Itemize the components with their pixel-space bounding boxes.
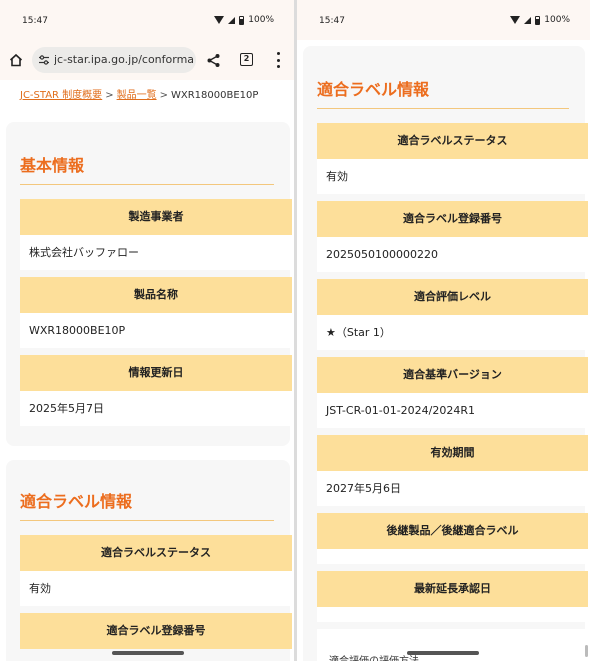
field-label-status: 適合ラベルステータス 有効 bbox=[20, 535, 292, 606]
right-screen: 15:47 100% 適合ラベル情報 適合ラベルステータス 有効 適合ラベル登録… bbox=[297, 0, 590, 661]
divider bbox=[20, 184, 274, 185]
site-settings-icon[interactable] bbox=[38, 54, 50, 66]
label-info-card: 適合ラベル情報 適合ラベルステータス 有効 適合ラベル登録番号 20250501… bbox=[303, 46, 588, 661]
field-value: 2025年5月7日 bbox=[20, 391, 292, 426]
field-label: 適合評価レベル bbox=[317, 279, 588, 315]
section-title: 適合ラベル情報 bbox=[20, 492, 133, 511]
section-title: 基本情報 bbox=[20, 156, 85, 175]
field-registration-number: 適合ラベル登録番号 2025050100000220 bbox=[317, 201, 588, 272]
signal-icon bbox=[524, 16, 532, 24]
field-product-name: 製品名称 WXR18000BE10P bbox=[20, 277, 292, 348]
field-registration-number: 適合ラベル登録番号 bbox=[20, 613, 292, 649]
divider bbox=[20, 520, 274, 521]
address-bar[interactable]: jc-star.ipa.go.jp/conformance bbox=[32, 47, 196, 73]
section-title: 適合ラベル情報 bbox=[317, 80, 430, 99]
status-bar: 15:47 100% bbox=[297, 0, 590, 40]
status-time: 15:47 bbox=[319, 16, 345, 26]
field-label: 適合ラベルステータス bbox=[20, 535, 292, 571]
scrollbar[interactable] bbox=[585, 645, 588, 657]
field-label: 適合ラベル登録番号 bbox=[317, 201, 588, 237]
field-value: JST-CR-01-01-2024/2024R1 bbox=[317, 393, 588, 428]
breadcrumb-link-overview[interactable]: JC-STAR 制度概要 bbox=[20, 90, 102, 101]
field-label: 適合ラベル登録番号 bbox=[20, 613, 292, 649]
field-label: 製造事業者 bbox=[20, 199, 292, 235]
field-updated-date: 情報更新日 2025年5月7日 bbox=[20, 355, 292, 426]
field-label: 最新延長承認日 bbox=[317, 571, 588, 607]
field-value: 有効 bbox=[317, 159, 588, 194]
share-icon[interactable] bbox=[206, 53, 221, 68]
basic-info-card: 基本情報 製造事業者 株式会社バッファロー 製品名称 WXR18000BE10P… bbox=[6, 122, 292, 446]
breadcrumb-link-product-list[interactable]: 製品一覧 bbox=[117, 90, 157, 101]
field-label: 情報更新日 bbox=[20, 355, 292, 391]
field-evaluation-level: 適合評価レベル ★（Star 1） bbox=[317, 279, 588, 350]
left-screen: 15:47 100% jc-star.ipa.go.jp/conformance bbox=[0, 0, 294, 661]
field-label: 製品名称 bbox=[20, 277, 292, 313]
field-value bbox=[317, 607, 588, 622]
field-standard-version: 適合基準バージョン JST-CR-01-01-2024/2024R1 bbox=[317, 357, 588, 428]
cut-off-label: 適合評価の評価方法 bbox=[329, 652, 419, 661]
field-label: 適合ラベルステータス bbox=[317, 123, 588, 159]
field-label-status: 適合ラベルステータス 有効 bbox=[317, 123, 588, 194]
field-label: 後継製品／後継適合ラベル bbox=[317, 513, 588, 549]
field-value: 有効 bbox=[20, 571, 292, 606]
signal-icon bbox=[228, 16, 236, 24]
field-value: WXR18000BE10P bbox=[20, 313, 292, 348]
breadcrumb: JC-STAR 制度概要 > 製品一覧 > WXR18000BE10P bbox=[20, 90, 259, 101]
breadcrumb-current: WXR18000BE10P bbox=[170, 90, 259, 101]
field-validity-period: 有効期間 2027年5月6日 bbox=[317, 435, 588, 506]
field-value: 株式会社バッファロー bbox=[20, 235, 292, 270]
field-label: 有効期間 bbox=[317, 435, 588, 471]
battery-icon bbox=[239, 15, 245, 25]
field-manufacturer: 製造事業者 株式会社バッファロー bbox=[20, 199, 292, 270]
wifi-icon bbox=[214, 16, 225, 24]
browser-toolbar: jc-star.ipa.go.jp/conformance 2 bbox=[0, 40, 294, 80]
home-icon[interactable] bbox=[9, 53, 23, 67]
battery-level: 100% bbox=[248, 15, 274, 25]
tab-switcher-button[interactable]: 2 bbox=[240, 53, 253, 66]
status-time: 15:47 bbox=[22, 16, 48, 26]
url-text[interactable]: jc-star.ipa.go.jp/conformance bbox=[54, 53, 194, 66]
label-info-card: 適合ラベル情報 適合ラベルステータス 有効 適合ラベル登録番号 bbox=[6, 460, 292, 661]
divider bbox=[317, 108, 569, 109]
field-value: 2027年5月6日 bbox=[317, 471, 588, 506]
field-value: 2025050100000220 bbox=[317, 237, 588, 272]
overflow-menu-icon[interactable] bbox=[277, 52, 281, 68]
battery-icon bbox=[535, 15, 541, 25]
gesture-bar[interactable] bbox=[112, 651, 184, 655]
gesture-bar[interactable] bbox=[407, 651, 479, 655]
field-value bbox=[317, 549, 588, 564]
field-successor-product: 後継製品／後継適合ラベル bbox=[317, 513, 588, 564]
wifi-icon bbox=[510, 16, 521, 24]
battery-level: 100% bbox=[544, 15, 570, 25]
field-latest-extension-date: 最新延長承認日 bbox=[317, 571, 588, 622]
status-bar: 15:47 100% bbox=[0, 0, 294, 40]
field-value: ★（Star 1） bbox=[317, 315, 588, 350]
field-label: 適合基準バージョン bbox=[317, 357, 588, 393]
